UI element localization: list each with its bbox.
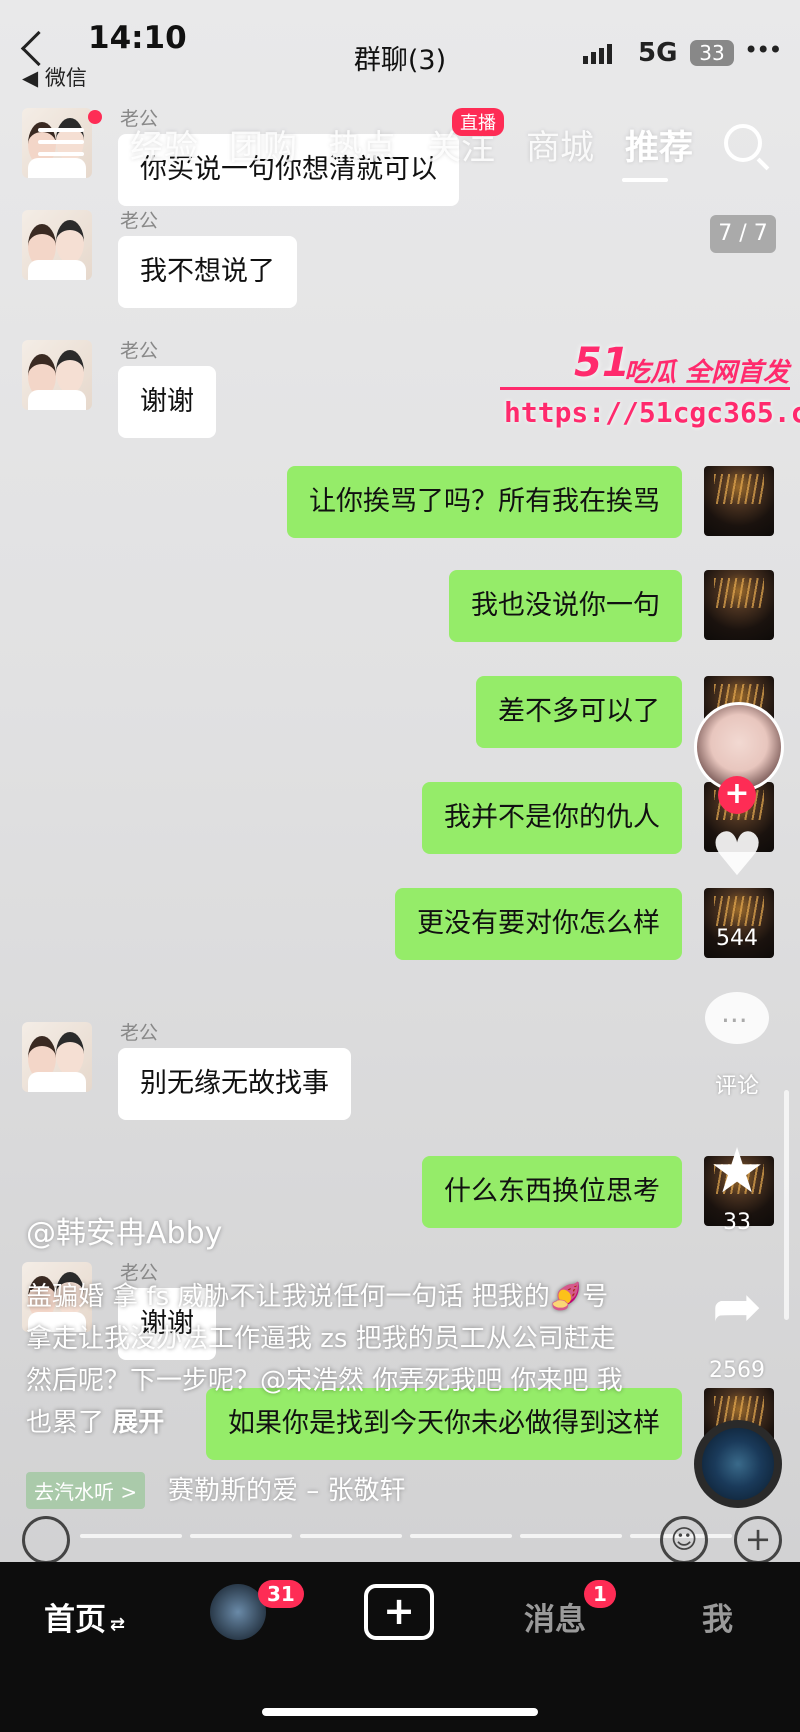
- follow-button[interactable]: +: [718, 776, 756, 814]
- like-count: 544: [716, 926, 758, 951]
- video-caption: 盖骗婚 拿 fs 威胁不让我说任何一句话 把我的🍠号拿走让我没办法工作逼我 zs…: [26, 1276, 626, 1444]
- caption-expand-link[interactable]: 展开: [112, 1408, 164, 1438]
- image-progress-bar: [80, 1534, 732, 1538]
- nav-me[interactable]: 我: [702, 1594, 733, 1639]
- tab-hot[interactable]: 热点: [328, 120, 396, 169]
- comment-label: 评论: [714, 1074, 759, 1099]
- share-count: 2569: [709, 1358, 765, 1383]
- nav-post-button[interactable]: +: [364, 1584, 434, 1640]
- self-avatar[interactable]: [704, 570, 774, 640]
- network-type: 5G: [638, 38, 678, 68]
- plus-icon[interactable]: +: [734, 1516, 782, 1564]
- favorite-count: 33: [723, 1210, 751, 1235]
- watermark-brand: 51: [574, 340, 630, 386]
- home-indicator[interactable]: [262, 1708, 538, 1716]
- music-disc-icon[interactable]: [694, 1420, 782, 1508]
- messages-badge: 1: [584, 1580, 616, 1608]
- favorite-star-icon[interactable]: ★: [692, 1134, 782, 1207]
- tab-recommend[interactable]: 推荐: [625, 120, 693, 169]
- tab-experience[interactable]: 经验: [130, 120, 198, 169]
- more-icon[interactable]: •••: [744, 36, 782, 64]
- tab-group-buy[interactable]: 团购: [229, 120, 297, 169]
- contact-avatar[interactable]: [22, 210, 92, 280]
- watermark-title: 吃瓜 全网首发: [624, 358, 790, 388]
- sender-name: 老公: [120, 340, 159, 362]
- watermark-line: [500, 387, 790, 390]
- comment-icon[interactable]: [705, 992, 769, 1044]
- message-bubble-received[interactable]: 谢谢: [118, 366, 216, 438]
- screen: 14:10 ◀ 微信 群聊(3) 5G 33 ••• 老公 你买说一句你想清就可以…: [0, 0, 800, 1732]
- watermark-url: https://51cgc365.com: [504, 396, 800, 429]
- active-tab-underline: [622, 178, 668, 182]
- signal-icon: [583, 44, 615, 64]
- notification-dot: [88, 110, 102, 124]
- image-page-indicator: 7 / 7: [710, 215, 776, 253]
- refresh-icon: ⇄: [110, 1614, 126, 1635]
- top-tab-bar: 经验 团购 热点 关注 商城 推荐: [130, 120, 724, 169]
- message-bubble-sent[interactable]: 我也没说你一句: [449, 570, 682, 642]
- music-name[interactable]: 赛勒斯的爱 – 张敬轩: [168, 1470, 406, 1507]
- live-badge: 直播: [452, 108, 504, 136]
- contact-avatar[interactable]: [22, 340, 92, 410]
- author-name[interactable]: @韩安冉Abby: [26, 1208, 222, 1252]
- contact-avatar[interactable]: [22, 1022, 92, 1092]
- tab-mall[interactable]: 商城: [526, 120, 594, 169]
- message-bubble-sent[interactable]: 差不多可以了: [476, 676, 682, 748]
- message-bubble-sent[interactable]: 让你挨骂了吗？所有我在挨骂: [287, 466, 682, 538]
- nav-messages[interactable]: 消息: [524, 1594, 586, 1639]
- message-bubble-sent[interactable]: 什么东西换位思考: [422, 1156, 682, 1228]
- sender-name: 老公: [120, 210, 159, 232]
- nav-home-label: 首页: [44, 1602, 106, 1638]
- share-arrow-icon[interactable]: ➦: [692, 1272, 782, 1342]
- message-bubble-received[interactable]: 别无缘无故找事: [118, 1048, 351, 1120]
- scrollbar[interactable]: [784, 1090, 789, 1320]
- music-app-tag[interactable]: 去汽水听 >: [26, 1472, 146, 1509]
- friend-badge: 31: [258, 1580, 304, 1608]
- search-icon[interactable]: [724, 124, 762, 162]
- nav-home[interactable]: 首页 ⇄: [44, 1594, 125, 1639]
- voice-icon[interactable]: [22, 1516, 70, 1564]
- sender-name: 老公: [120, 1022, 159, 1044]
- message-bubble-sent[interactable]: 更没有要对你怎么样: [395, 888, 682, 960]
- menu-icon[interactable]: [38, 128, 84, 164]
- chat-title: 群聊(3): [353, 45, 447, 76]
- message-bubble-received[interactable]: 我不想说了: [118, 236, 297, 308]
- emoji-icon[interactable]: ☺: [660, 1516, 708, 1564]
- like-heart-icon[interactable]: ♥: [692, 820, 782, 890]
- message-bubble-sent[interactable]: 我并不是你的仇人: [422, 782, 682, 854]
- self-avatar[interactable]: [704, 466, 774, 536]
- battery-icon: 33: [690, 40, 734, 66]
